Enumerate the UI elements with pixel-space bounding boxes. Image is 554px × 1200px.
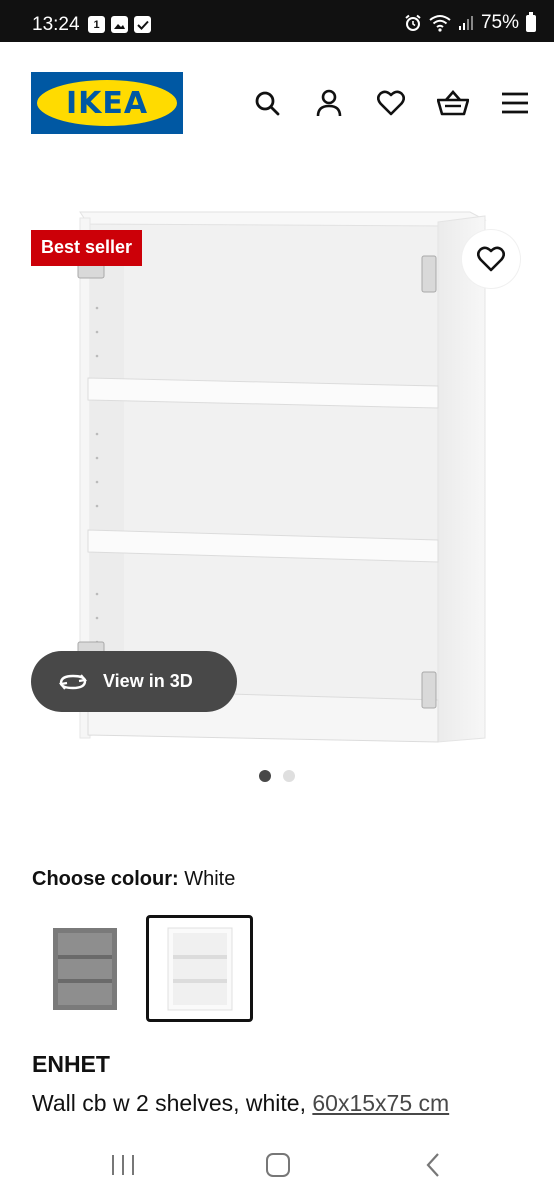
logo-oval: IKEA xyxy=(37,80,177,126)
selected-colour: White xyxy=(184,868,236,890)
best-seller-badge: Best seller xyxy=(31,230,143,266)
colour-swatches xyxy=(31,915,253,1022)
white-cabinet-thumbnail xyxy=(167,927,232,1010)
menu-icon xyxy=(502,92,528,114)
status-left-icons: 1 xyxy=(88,16,151,33)
gallery-pagination xyxy=(0,770,554,782)
view-in-3d-label: View in 3D xyxy=(103,671,193,691)
basket-icon xyxy=(437,90,469,116)
basket-button[interactable] xyxy=(434,84,472,122)
home-button[interactable] xyxy=(258,1148,298,1182)
swatch-white[interactable] xyxy=(146,915,253,1022)
account-button[interactable] xyxy=(310,84,348,122)
status-right-icons: 75% xyxy=(404,11,536,34)
calendar-icon: 1 xyxy=(88,16,105,33)
recents-button[interactable] xyxy=(103,1148,143,1182)
check-icon xyxy=(134,16,151,33)
home-icon xyxy=(266,1153,290,1177)
back-icon xyxy=(426,1153,439,1177)
search-icon xyxy=(255,91,280,116)
gallery-icon xyxy=(111,16,128,33)
logo-text: IKEA xyxy=(65,85,149,121)
colour-label-text: Choose colour: xyxy=(32,868,179,890)
product-description-text: Wall cb w 2 shelves, white, xyxy=(32,1090,306,1116)
swatch-grey[interactable] xyxy=(31,915,138,1022)
app-header: IKEA xyxy=(0,42,554,152)
battery-percent: 75% xyxy=(480,12,519,33)
account-icon xyxy=(316,89,342,117)
signal-icon xyxy=(458,16,473,30)
rotate-3d-icon xyxy=(58,673,88,690)
ikea-logo[interactable]: IKEA xyxy=(31,72,183,134)
colour-chooser-label: Choose colour: White xyxy=(32,868,235,891)
grey-cabinet-thumbnail xyxy=(52,927,117,1010)
system-nav-bar xyxy=(0,1130,554,1200)
status-time: 13:24 xyxy=(32,14,80,35)
battery-icon xyxy=(526,11,536,32)
heart-icon xyxy=(377,90,405,116)
search-button[interactable] xyxy=(248,84,286,122)
product-name: ENHET xyxy=(32,1051,110,1077)
menu-button[interactable] xyxy=(496,84,534,122)
alarm-icon xyxy=(405,14,421,31)
product-gallery[interactable]: Best seller View in 3D xyxy=(0,190,554,760)
recents-icon xyxy=(112,1155,134,1175)
gallery-dot-1[interactable] xyxy=(259,770,271,782)
product-dimensions-link[interactable]: 60x15x75 cm xyxy=(312,1090,449,1116)
view-in-3d-button[interactable]: View in 3D xyxy=(31,651,237,712)
wifi-icon xyxy=(429,15,451,32)
heart-icon xyxy=(477,246,505,272)
status-bar: 13:24 1 75% xyxy=(0,0,554,42)
add-to-favourites-button[interactable] xyxy=(462,230,520,288)
header-actions xyxy=(248,84,534,122)
back-button[interactable] xyxy=(413,1148,453,1182)
product-description: Wall cb w 2 shelves, white, 60x15x75 cm xyxy=(32,1090,449,1117)
favourites-button[interactable] xyxy=(372,84,410,122)
gallery-dot-2[interactable] xyxy=(283,770,295,782)
